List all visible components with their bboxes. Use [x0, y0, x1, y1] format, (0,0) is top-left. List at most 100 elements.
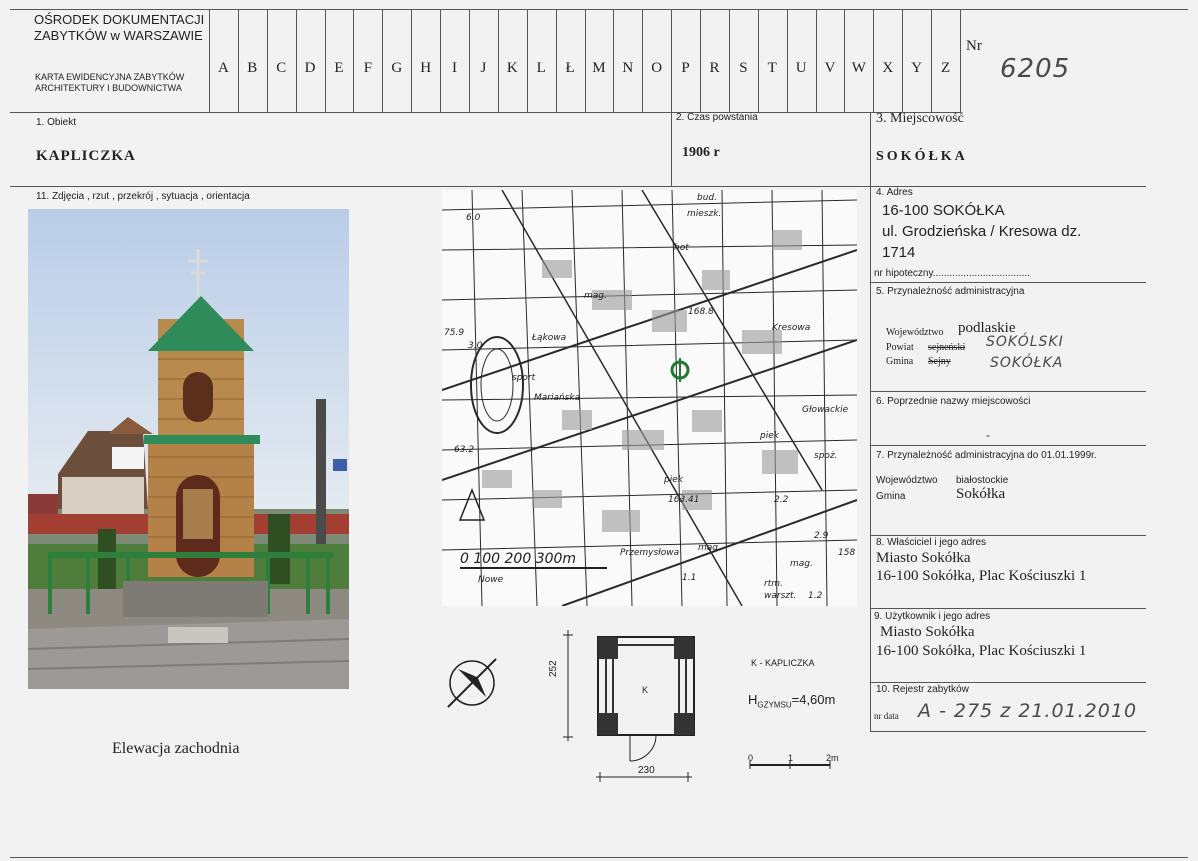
alphabet-separator	[873, 9, 875, 112]
alphabet-letter: N	[622, 60, 634, 76]
alphabet-letter: M	[592, 60, 606, 76]
alphabet-letter: S	[739, 60, 748, 76]
powiat-struck: sejneński	[928, 342, 966, 353]
alphabet-separator	[613, 9, 615, 112]
alphabet-letter: Z	[940, 60, 951, 76]
alphabet-letter: R	[709, 60, 720, 76]
map-label-17: Przemysłowa	[620, 548, 679, 558]
alphabet-letter: K	[506, 60, 518, 76]
alphabet-letter: W	[851, 60, 866, 76]
alphabet-letter: E	[334, 60, 344, 76]
map-label-10: 3.0	[468, 341, 483, 351]
alphabet-separator	[642, 9, 644, 112]
row1-bottom-rule	[10, 186, 1146, 187]
poprzednie-value: -	[986, 428, 990, 442]
wlasciciel-label: 8. Właściciel i jego adres	[876, 537, 987, 548]
alphabet-letter: G	[391, 60, 403, 76]
czas-value: 1906 r	[682, 145, 720, 160]
alphabet-separator	[237, 9, 239, 112]
wlasciciel-line2: 16-100 Sokółka, Plac Kościuszki 1	[876, 568, 1087, 584]
plan-dim-horizontal: 230	[638, 765, 655, 776]
alphabet-letter: F	[363, 60, 373, 76]
woj99-label: Województwo	[876, 475, 938, 486]
institution-line1: OŚRODEK DOKUMENTACJI	[34, 12, 205, 27]
przyn99-label: 7. Przynależność administracyjna do 01.0…	[876, 450, 1097, 461]
plan-height: HGZYMSU=4,60m	[748, 692, 835, 710]
alphabet-letter: X	[882, 60, 894, 76]
alphabet-letter: T	[767, 60, 777, 76]
map-label-1: mieszk.	[687, 209, 721, 219]
alphabet-separator	[353, 9, 355, 112]
map-label-26: Nowe	[478, 575, 504, 585]
alphabet-separator	[266, 9, 268, 112]
chapel-photo	[28, 209, 349, 689]
gmina-hand: SOKÓŁKA	[990, 355, 1064, 371]
map-label-24: warszt.	[764, 591, 796, 601]
adres-line3: 1714	[882, 244, 916, 261]
location-map: bud. mieszk. hot mag. 168.8 Kresowa Łąko…	[442, 190, 857, 606]
alphabet-letter: V	[824, 60, 836, 76]
height-prefix: H	[748, 692, 758, 707]
gmina-struck: Sejny	[928, 356, 951, 367]
alphabet-separator	[786, 9, 788, 112]
alphabet-separator	[584, 9, 586, 112]
map-label-2: hot	[674, 243, 689, 253]
map-label-18: mag.	[698, 543, 721, 553]
obiekt-label: 1. Obiekt	[36, 117, 77, 128]
map-label-12: piek	[759, 431, 780, 441]
map-label-7: Mariańska	[534, 393, 580, 403]
record-card: OŚRODEK DOKUMENTACJI ZABYTKÓW w WARSZAWI…	[0, 0, 1198, 861]
powiat-label: Powiat	[886, 342, 914, 353]
alphabet-letter: I	[452, 60, 457, 76]
map-label-4: 168.8	[688, 307, 714, 317]
rule-5	[870, 391, 1146, 392]
alphabet-separator	[324, 9, 326, 112]
alphabet-separator	[497, 9, 499, 112]
map-label-9: 75.9	[444, 328, 464, 338]
card-title-line1: KARTA EWIDENCYJNA ZABYTKÓW	[35, 72, 185, 82]
map-label-13: spoż.	[814, 451, 838, 461]
plan-legend: K - KAPLICZKA	[751, 658, 815, 668]
alphabet-separator	[902, 9, 904, 112]
alphabet-letter: L	[536, 60, 546, 76]
rule-8	[870, 608, 1146, 609]
obiekt-value: KAPLICZKA	[36, 148, 136, 164]
map-label-23: rtm.	[764, 579, 783, 589]
map-label-19: 2.9	[814, 531, 829, 541]
map-label-5: Kresowa	[772, 323, 810, 333]
alphabet-letter: U	[795, 60, 807, 76]
uzytkownik-line1: Miasto Sokółka	[880, 624, 975, 640]
nr-value: 6205	[1000, 54, 1071, 84]
map-label-22: 1.1	[682, 573, 696, 583]
alphabet-letter: A	[218, 60, 229, 76]
map-label-6: Łąkowa	[531, 333, 566, 343]
alphabet-letter: H	[420, 60, 432, 76]
alphabet-letter: B	[247, 60, 258, 76]
scale-0: 0	[748, 753, 754, 763]
alphabet-separator	[815, 9, 817, 112]
czas-divider	[671, 112, 672, 186]
map-label-0: bud.	[697, 193, 717, 203]
map-label-27: 6.0	[466, 213, 481, 223]
woj-label: Województwo	[886, 327, 944, 338]
map-label-21: mag.	[790, 559, 813, 569]
alphabet-separator	[931, 9, 933, 112]
header-bottom-rule	[10, 112, 961, 113]
alphabet-letter: Y	[911, 60, 923, 76]
scale-2: 2m	[826, 753, 839, 763]
alphabet-letter: O	[651, 60, 663, 76]
wlasciciel-line1: Miasto Sokółka	[876, 550, 971, 566]
nr-divider	[960, 9, 961, 112]
institution-line2: ZABYTKÓW w WARSZAWIE	[34, 28, 203, 43]
alphabet-separator	[468, 9, 470, 112]
alphabet-separator	[382, 9, 384, 112]
uzytkownik-line2: 16-100 Sokółka, Plac Kościuszki 1	[876, 643, 1087, 659]
rule-9	[870, 682, 1146, 683]
card-title-line2: ARCHITEKTURY I BUDOWNICTWA	[35, 83, 182, 93]
alphabet-separator	[555, 9, 557, 112]
alphabet-separator	[728, 9, 730, 112]
czas-label: 2. Czas powstania	[676, 112, 758, 123]
plan-dim-vertical: 252	[548, 660, 559, 677]
rejestr-hand: A - 275 z 21.01.2010	[918, 700, 1138, 722]
map-label-25: 1.2	[808, 591, 823, 601]
